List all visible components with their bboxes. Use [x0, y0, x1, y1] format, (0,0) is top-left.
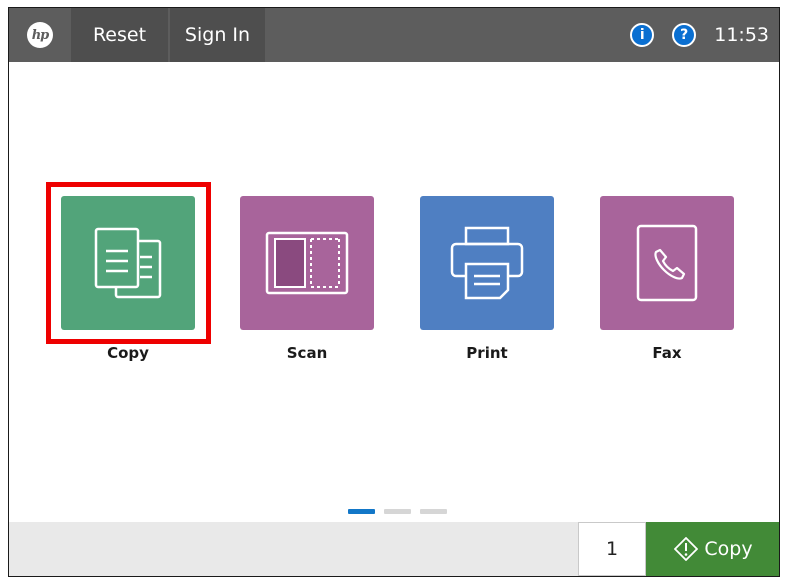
copies-count-field[interactable]: 1 [578, 522, 646, 576]
app-label-scan: Scan [286, 344, 328, 362]
app-label-fax: Fax [652, 344, 682, 362]
app-label-print: Print [466, 344, 508, 362]
start-copy-label: Copy [704, 538, 753, 560]
info-icon[interactable]: i [630, 23, 655, 47]
clock: 11:53 [714, 24, 769, 46]
print-icon [450, 226, 524, 300]
app-print[interactable]: Print [420, 196, 554, 362]
app-tile-fax[interactable] [600, 196, 734, 330]
start-diamond-icon [674, 537, 699, 561]
help-icon[interactable]: ? [672, 23, 697, 47]
hp-logo-icon: hp [27, 22, 53, 48]
page-indicator [348, 509, 456, 514]
start-copy-button[interactable]: Copy [646, 522, 779, 576]
home-button[interactable]: hp [9, 8, 71, 62]
top-bar-status: i ? 11:53 [630, 8, 779, 62]
selection-highlight [46, 182, 211, 344]
app-label-copy: Copy [107, 344, 149, 362]
app-tile-scan[interactable] [240, 196, 374, 330]
top-bar: hp Reset Sign In i ? 11:53 [9, 8, 779, 62]
page-dot[interactable] [348, 509, 375, 514]
page-dot[interactable] [384, 509, 411, 514]
fax-icon [636, 224, 698, 302]
app-fax[interactable]: Fax [600, 196, 734, 362]
scan-icon [265, 231, 349, 295]
reset-button[interactable]: Reset [71, 8, 168, 62]
sign-in-button[interactable]: Sign In [170, 8, 265, 62]
printer-control-panel: hp Reset Sign In i ? 11:53 Copy Scan Pri… [8, 7, 780, 577]
app-scan[interactable]: Scan [240, 196, 374, 362]
hp-logo-text: hp [31, 27, 50, 43]
bottom-bar: 1 Copy [9, 522, 779, 576]
app-tile-print[interactable] [420, 196, 554, 330]
page-dot[interactable] [420, 509, 447, 514]
